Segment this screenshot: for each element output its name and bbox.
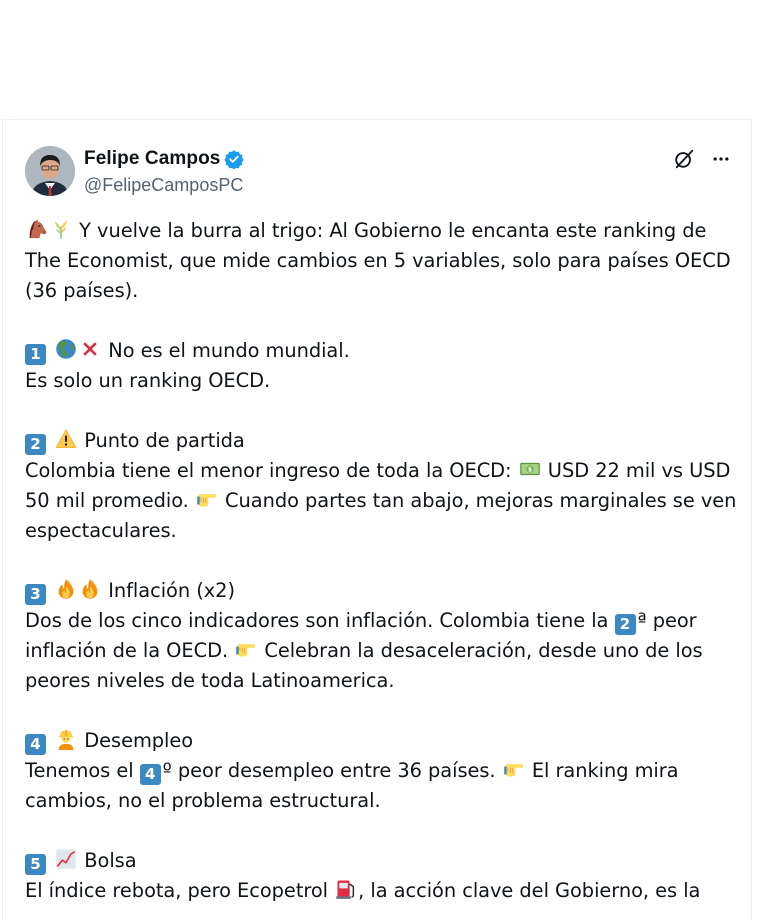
cross-mark-icon [79, 338, 101, 360]
point-4-body: Tenemos el 4º peor desempleo entre 36 pa… [25, 756, 737, 816]
point-2-body-a: Colombia tiene el menor ingreso de toda … [25, 459, 512, 482]
keycap-2: 2 [25, 434, 46, 455]
point-2-body: Colombia tiene el menor ingreso de toda … [25, 456, 737, 546]
point-2-heading: Punto de partida [84, 429, 245, 452]
more-options-icon[interactable] [711, 149, 731, 169]
point-5-title: 5 Bolsa [25, 846, 737, 876]
sheaf-of-rice-icon [50, 218, 72, 240]
pointing-right-icon [503, 758, 525, 780]
pointing-right-icon [196, 488, 218, 510]
point-1-heading: No es el mundo mundial. [108, 339, 350, 362]
fuel-pump-icon [335, 878, 357, 900]
keycap-1: 1 [25, 344, 46, 365]
fire-icon [55, 578, 77, 600]
point-5-body: El índice rebota, pero Ecopetrol , la ac… [25, 876, 737, 906]
tweet-text: Y vuelve la burra al trigo: Al Gobierno … [25, 216, 737, 906]
point-3-heading: Inflación (x2) [108, 579, 235, 602]
point-5-body-b: , la acción clave del Gobierno, es la [358, 879, 701, 902]
verified-badge-icon[interactable] [224, 149, 245, 169]
dollar-banknote-icon [519, 458, 541, 480]
inline-keycap-2: 2 [614, 614, 636, 635]
chart-increasing-icon [55, 848, 77, 870]
intro-text: Y vuelve la burra al trigo: Al Gobierno … [25, 219, 731, 302]
point-4-heading: Desempleo [84, 729, 194, 752]
point-4-title: 4 Desempleo [25, 726, 737, 756]
pointing-right-icon [235, 638, 257, 660]
grok-icon[interactable] [673, 148, 695, 170]
point-5-body-a: El índice rebota, pero Ecopetrol [25, 879, 329, 902]
point-1-body: Es solo un ranking OECD. [25, 369, 271, 392]
point-2-title: 2 Punto de partida [25, 426, 737, 456]
point-3-title: 3 Inflación (x2) [25, 576, 737, 606]
warning-icon [55, 428, 77, 450]
keycap-4: 4 [25, 734, 46, 755]
author-handle[interactable]: @FelipeCamposPC [84, 175, 243, 196]
horse-face-icon [26, 218, 48, 240]
keycap-5: 5 [25, 854, 46, 875]
keycap-3: 3 [25, 584, 46, 605]
tweet-card: Felipe Campos @FelipeCamposPC Y vuelve l… [2, 119, 752, 920]
fire-icon [79, 578, 101, 600]
author-name-row: Felipe Campos [84, 148, 245, 170]
point-4-body-b: º peor desempleo entre 36 países. [162, 759, 496, 782]
tweet-actions [673, 148, 731, 170]
inline-keycap-4: 4 [139, 764, 161, 785]
tweet-intro: Y vuelve la burra al trigo: Al Gobierno … [25, 216, 737, 306]
point-3-body: Dos de los cinco indicadores son inflaci… [25, 606, 737, 696]
point-1-title: 1 No es el mundo mundial. [25, 336, 737, 366]
point-3-body-a: Dos de los cinco indicadores son inflaci… [25, 609, 609, 632]
point-4-body-a: Tenemos el [25, 759, 134, 782]
construction-worker-icon [55, 728, 77, 750]
author-name[interactable]: Felipe Campos [84, 148, 220, 170]
globe-americas-icon [55, 338, 77, 360]
avatar[interactable] [25, 146, 75, 196]
point-5-heading: Bolsa [84, 849, 137, 872]
